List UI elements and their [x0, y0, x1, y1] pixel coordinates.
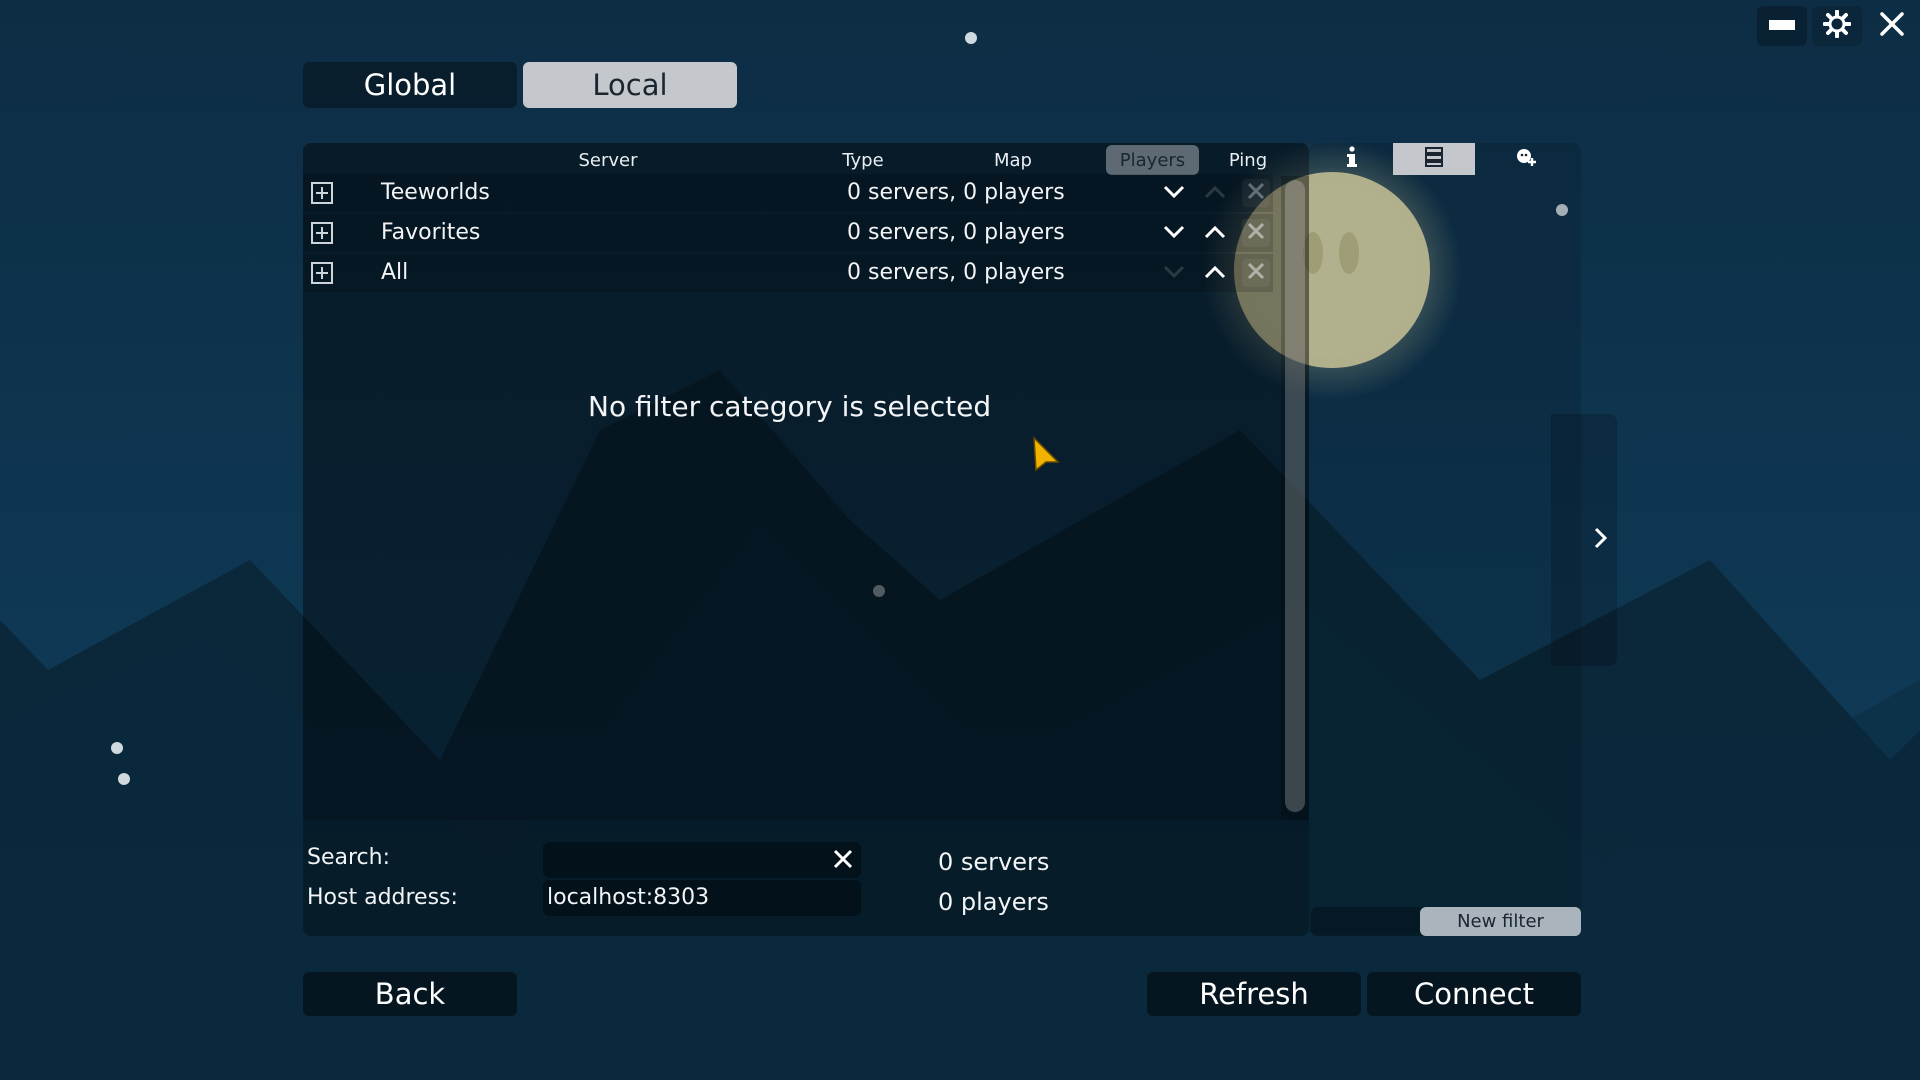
move-up-button[interactable] — [1201, 179, 1229, 207]
sidebar-panel — [1309, 143, 1581, 933]
connect-label: Connect — [1414, 977, 1534, 1011]
column-type[interactable]: Type — [803, 143, 923, 177]
search-panel — [303, 820, 1309, 936]
column-ping[interactable]: Ping — [1203, 143, 1293, 177]
move-down-button[interactable] — [1160, 179, 1188, 207]
chevron-right-icon — [1593, 527, 1608, 553]
filter-info: 0 servers, 0 players — [847, 180, 1065, 205]
filter-row-favorites[interactable]: Favorites 0 servers, 0 players — [303, 214, 1273, 252]
chevron-down-icon — [1163, 224, 1185, 243]
server-list-header: Server Type Map Players Ping — [303, 143, 1309, 177]
empty-message: No filter category is selected — [588, 390, 992, 423]
new-filter-label: New filter — [1457, 911, 1544, 932]
expand-icon[interactable] — [311, 222, 333, 244]
back-label: Back — [374, 977, 446, 1011]
column-map[interactable]: Map — [958, 143, 1068, 177]
server-list-icon — [1425, 147, 1443, 171]
host-address-label: Host address: — [307, 885, 458, 910]
close-icon — [832, 849, 854, 874]
minimize-icon — [1769, 17, 1795, 36]
settings-button[interactable] — [1812, 6, 1862, 46]
remove-filter-button[interactable] — [1242, 259, 1270, 287]
filter-name: Teeworlds — [381, 180, 490, 205]
close-icon — [1247, 182, 1265, 204]
sidebar-tab-info[interactable] — [1311, 143, 1393, 175]
chevron-down-icon — [1163, 264, 1185, 283]
info-icon — [1345, 146, 1359, 172]
mouse-cursor-icon — [1033, 436, 1060, 472]
refresh-label: Refresh — [1199, 977, 1309, 1011]
chevron-up-icon — [1204, 184, 1226, 203]
column-map-label: Map — [994, 149, 1032, 171]
close-icon — [1880, 12, 1904, 40]
gear-icon — [1822, 9, 1852, 42]
filter-info: 0 servers, 0 players — [847, 260, 1065, 285]
chevron-up-icon — [1204, 264, 1226, 283]
close-window-button[interactable] — [1867, 6, 1917, 46]
host-address-input[interactable]: localhost:8303 — [543, 880, 861, 916]
filter-row-teeworlds[interactable]: Teeworlds 0 servers, 0 players — [303, 174, 1273, 212]
column-players-label: Players — [1119, 149, 1186, 171]
column-ping-label: Ping — [1228, 149, 1268, 171]
search-input[interactable] — [543, 842, 861, 878]
player-count: 0 players — [938, 888, 1049, 916]
filter-name: Favorites — [381, 220, 481, 245]
filter-name: All — [381, 260, 409, 285]
column-server[interactable]: Server — [523, 143, 693, 177]
tab-global-label: Global — [363, 68, 457, 102]
move-down-button[interactable] — [1160, 219, 1188, 247]
scrollbar-thumb[interactable] — [1285, 180, 1305, 812]
close-icon — [1247, 262, 1265, 284]
sidebar-tab-friends[interactable] — [1485, 143, 1567, 175]
refresh-button[interactable]: Refresh — [1147, 972, 1361, 1016]
move-up-button[interactable] — [1201, 259, 1229, 287]
chevron-up-icon — [1204, 224, 1226, 243]
remove-filter-button[interactable] — [1242, 179, 1270, 207]
server-count: 0 servers — [938, 848, 1050, 876]
move-up-button[interactable] — [1201, 219, 1229, 247]
tab-local-label: Local — [592, 68, 668, 102]
column-players[interactable]: Players — [1106, 145, 1199, 175]
sidebar-tab-server-list[interactable] — [1393, 143, 1475, 175]
search-value — [543, 847, 547, 872]
tab-global[interactable]: Global — [303, 62, 517, 108]
column-server-label: Server — [578, 149, 638, 171]
back-button[interactable]: Back — [303, 972, 517, 1016]
filter-row-all[interactable]: All 0 servers, 0 players — [303, 254, 1273, 292]
host-address-value: localhost:8303 — [547, 885, 710, 910]
add-friend-icon — [1515, 147, 1537, 171]
close-icon — [1247, 222, 1265, 244]
connect-button[interactable]: Connect — [1367, 972, 1581, 1016]
expand-icon[interactable] — [311, 262, 333, 284]
new-filter-button[interactable]: New filter — [1420, 907, 1581, 936]
tab-local[interactable]: Local — [523, 62, 737, 108]
expand-sidebar-button[interactable] — [1551, 414, 1617, 666]
search-label: Search: — [307, 845, 390, 870]
minimize-button[interactable] — [1757, 6, 1807, 46]
column-type-label: Type — [842, 149, 884, 171]
clear-search-button[interactable] — [832, 848, 854, 874]
move-down-button[interactable] — [1160, 259, 1188, 287]
remove-filter-button[interactable] — [1242, 219, 1270, 247]
expand-icon[interactable] — [311, 182, 333, 204]
filter-info: 0 servers, 0 players — [847, 220, 1065, 245]
chevron-down-icon — [1163, 184, 1185, 203]
